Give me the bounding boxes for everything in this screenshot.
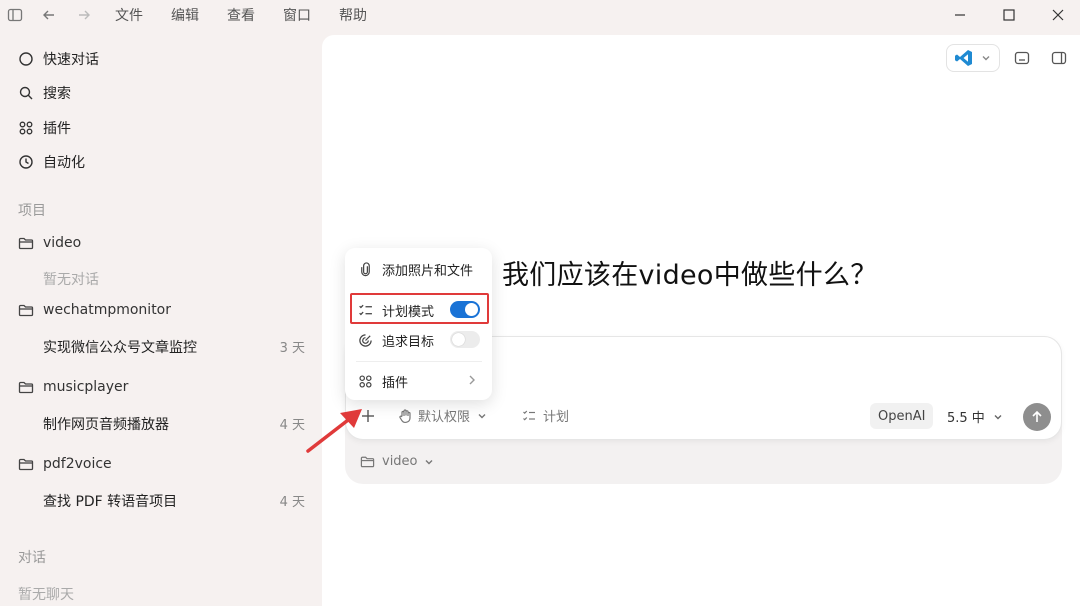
chevron-down-icon: [980, 52, 992, 64]
project-wechatmpmonitor[interactable]: wechatmpmonitor: [18, 302, 171, 318]
chevron-down-icon: [992, 411, 1004, 423]
menu-edit[interactable]: 编辑: [171, 5, 199, 25]
send-button[interactable]: [1023, 403, 1051, 431]
chevron-right-icon: [466, 373, 478, 387]
menu-divider: [356, 361, 482, 362]
conversation-age: 4 天: [279, 495, 305, 510]
vscode-icon: [954, 48, 974, 68]
menu-item-pursue-goal[interactable]: 追求目标: [358, 331, 434, 350]
arrow-right-icon[interactable]: [76, 7, 92, 23]
conversation-item[interactable]: 查找 PDF 转语音项目 4 天: [43, 491, 305, 511]
project-name: video: [43, 235, 82, 251]
menu-help[interactable]: 帮助: [339, 5, 367, 25]
annotation-highlight-box: [350, 293, 489, 324]
project-pdf2voice[interactable]: pdf2voice: [18, 456, 112, 472]
conversation-item[interactable]: 实现微信公众号文章监控 3 天: [43, 337, 305, 357]
search-icon: [18, 85, 34, 101]
sidebar-item-quick-chat[interactable]: 快速对话: [18, 48, 99, 70]
minimize-button[interactable]: [950, 5, 970, 25]
chat-bubble-icon: [18, 51, 34, 67]
chevron-down-icon: [423, 456, 435, 468]
grid-icon: [358, 374, 373, 389]
arrow-up-icon: [1030, 410, 1044, 424]
menu-item-add-files[interactable]: 添加照片和文件: [358, 260, 473, 279]
conversation-item[interactable]: 制作网页音频播放器 4 天: [43, 414, 305, 434]
sidebar-item-label: 自动化: [43, 155, 85, 171]
sidebar-item-label: 插件: [43, 121, 71, 137]
project-empty-text: 暂无对话: [43, 272, 99, 288]
pursue-goal-toggle[interactable]: [450, 331, 480, 348]
project-name: pdf2voice: [43, 456, 112, 472]
conversation-title: 查找 PDF 转语音项目: [43, 494, 178, 510]
chats-section-label: 对话: [18, 550, 46, 566]
menu-bar: 文件 编辑 查看 窗口 帮助: [115, 5, 395, 25]
conversation-title: 制作网页音频播放器: [43, 417, 169, 433]
sidebar-item-search[interactable]: 搜索: [18, 82, 71, 104]
conversation-age: 3 天: [279, 341, 305, 356]
permission-label: 默认权限: [418, 410, 471, 425]
chats-empty-text: 暂无聊天: [18, 587, 74, 603]
annotation-arrow: [300, 395, 370, 455]
project-musicplayer[interactable]: musicplayer: [18, 379, 128, 395]
grid-icon: [18, 120, 34, 136]
folder-icon: [360, 454, 375, 469]
clock-icon: [18, 154, 34, 170]
checklist-icon: [522, 409, 536, 423]
maximize-button[interactable]: [999, 5, 1019, 25]
conversation-title: 实现微信公众号文章监控: [43, 340, 197, 356]
menu-item-label: 插件: [382, 376, 409, 391]
menu-view[interactable]: 查看: [227, 5, 255, 25]
folder-icon: [18, 456, 34, 472]
projects-section-label: 项目: [18, 203, 46, 219]
title-bar: 文件 编辑 查看 窗口 帮助: [0, 0, 1080, 30]
sidebar-item-label: 搜索: [43, 86, 71, 102]
target-icon: [358, 333, 373, 348]
menu-item-label: 添加照片和文件: [382, 264, 474, 279]
toggle-knob: [452, 333, 465, 346]
folder-selector[interactable]: video: [360, 454, 435, 469]
folder-icon: [18, 235, 34, 251]
sidebar-toggle-icon[interactable]: [7, 7, 23, 23]
chevron-down-icon: [476, 410, 488, 422]
paperclip-icon: [358, 262, 373, 277]
hand-icon: [397, 408, 413, 424]
side-panel-icon[interactable]: [1051, 50, 1067, 66]
permission-dropdown[interactable]: 默认权限: [397, 406, 488, 425]
sidebar-item-label: 快速对话: [43, 52, 99, 68]
folder-icon: [18, 379, 34, 395]
menu-item-label: 追求目标: [382, 335, 435, 350]
menu-item-plugins[interactable]: 插件: [358, 372, 408, 391]
page-title: 我们应该在video中做些什么？: [502, 260, 878, 291]
terminal-panel-icon[interactable]: [1014, 50, 1030, 66]
menu-file[interactable]: 文件: [115, 5, 143, 25]
provider-chip[interactable]: OpenAI: [870, 403, 934, 429]
menu-window[interactable]: 窗口: [283, 5, 311, 25]
open-in-editor-button[interactable]: [946, 44, 1000, 72]
project-video[interactable]: video: [18, 235, 81, 251]
folder-label: video: [382, 454, 418, 469]
close-button[interactable]: [1048, 5, 1068, 25]
sidebar-item-automation[interactable]: 自动化: [18, 151, 85, 173]
model-selector[interactable]: 5.5 中: [947, 407, 1004, 426]
plan-chip[interactable]: 计划: [522, 406, 569, 425]
arrow-left-icon[interactable]: [41, 7, 57, 23]
sidebar: 快速对话 搜索 插件 自动化 项目 video 暂无对话 wechatmpmon…: [0, 30, 322, 606]
model-label: 5.5 中: [947, 411, 985, 426]
project-name: wechatmpmonitor: [43, 302, 172, 318]
folder-icon: [18, 302, 34, 318]
project-name: musicplayer: [43, 379, 129, 395]
sidebar-item-plugins[interactable]: 插件: [18, 117, 71, 139]
plan-label: 计划: [543, 410, 570, 425]
